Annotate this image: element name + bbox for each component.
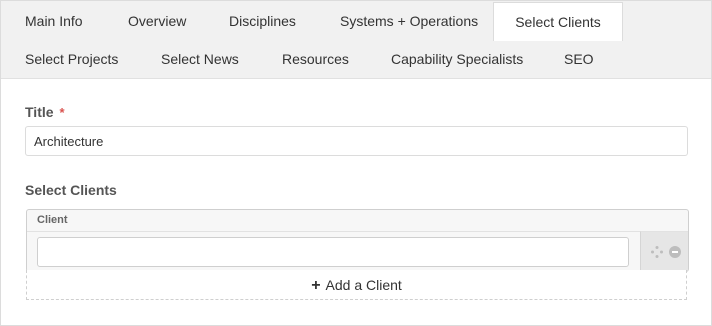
tab-capability-specialists[interactable]: Capability Specialists: [391, 40, 523, 78]
tab-disciplines[interactable]: Disciplines: [229, 2, 296, 40]
tab-select-projects[interactable]: Select Projects: [25, 40, 118, 78]
tab-bar: Main Info Overview Disciplines Systems +…: [1, 1, 711, 79]
editor-panel: Main Info Overview Disciplines Systems +…: [0, 0, 712, 326]
tab-select-news[interactable]: Select News: [161, 40, 239, 78]
move-handle-icon[interactable]: [650, 245, 664, 259]
client-input[interactable]: [37, 237, 629, 267]
plus-icon: +: [311, 277, 321, 294]
tab-overview[interactable]: Overview: [128, 2, 186, 40]
add-client-label: Add a Client: [325, 277, 402, 293]
tab-select-clients[interactable]: Select Clients: [493, 2, 623, 41]
tab-resources[interactable]: Resources: [282, 40, 349, 78]
row-actions: [640, 231, 688, 271]
tab-seo[interactable]: SEO: [564, 40, 594, 78]
tab-main-info[interactable]: Main Info: [25, 2, 83, 40]
select-clients-label: Select Clients: [25, 182, 117, 198]
client-row: [27, 231, 640, 271]
title-label: Title *: [25, 104, 65, 120]
title-label-text: Title: [25, 104, 54, 120]
clients-repeater: Client: [26, 209, 689, 272]
title-input[interactable]: [25, 126, 688, 156]
required-marker: *: [59, 105, 65, 120]
remove-row-icon[interactable]: [669, 246, 681, 258]
client-column-header: Client: [37, 214, 68, 226]
add-client-button[interactable]: + Add a Client: [26, 270, 687, 300]
tab-systems-operations[interactable]: Systems + Operations: [340, 2, 478, 40]
